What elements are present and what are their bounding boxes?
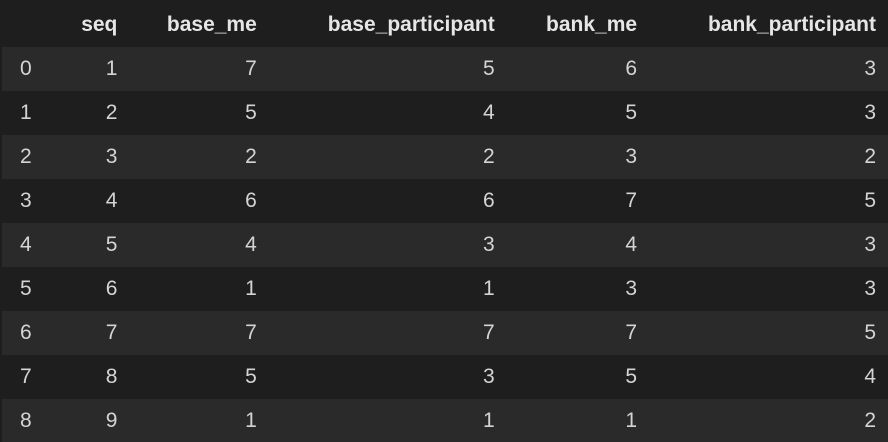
seq-cell: 9 (105, 409, 118, 432)
base-participant-cell: 1 (483, 277, 495, 300)
row-index: 6 (20, 321, 32, 344)
row-index: 1 (20, 101, 32, 124)
bank-participant-cell: 3 (864, 277, 876, 300)
bank-participant-cell: 4 (864, 365, 876, 388)
bank-participant-cell: 5 (864, 321, 876, 344)
dataframe-table: seq base_me base_participant bank_me ban… (2, 3, 888, 442)
base-me-cell: 2 (245, 145, 257, 168)
bank-me-cell: 5 (625, 101, 638, 124)
base-me-cell: 5 (245, 101, 257, 124)
bank-me-cell: 5 (625, 365, 638, 388)
seq-cell: 2 (105, 101, 118, 124)
header-row: seq base_me base_participant bank_me ban… (2, 3, 888, 47)
base-participant-cell: 5 (483, 57, 495, 80)
bank-me-cell: 3 (625, 145, 638, 168)
row-index: 8 (20, 409, 32, 432)
table-row: 7 8 5 3 5 4 (2, 355, 888, 399)
bank-participant-cell: 3 (864, 233, 876, 256)
row-index: 0 (20, 57, 32, 80)
seq-cell: 6 (105, 277, 118, 300)
index-header (2, 3, 60, 47)
bank-me-cell: 3 (625, 277, 638, 300)
seq-cell: 7 (105, 321, 118, 344)
table-row: 2 3 2 2 3 2 (2, 135, 888, 179)
table-row: 8 9 1 1 1 2 (2, 399, 888, 442)
row-index: 7 (20, 365, 32, 388)
base-me-cell: 1 (245, 277, 257, 300)
column-header-base-me: base_me (129, 3, 269, 47)
bank-participant-cell: 3 (864, 101, 876, 124)
seq-cell: 4 (105, 189, 118, 212)
column-header-base-participant: base_participant (268, 3, 507, 47)
table-header: seq base_me base_participant bank_me ban… (2, 3, 888, 47)
base-participant-cell: 3 (483, 365, 495, 388)
seq-cell: 8 (105, 365, 118, 388)
table-row: 6 7 7 7 7 5 (2, 311, 888, 355)
base-me-cell: 7 (245, 321, 257, 344)
table-body: 0175631254532322323466754543435611336777… (2, 47, 888, 442)
dataframe-output: seq base_me base_participant bank_me ban… (0, 0, 888, 442)
seq-cell: 3 (105, 145, 118, 168)
seq-cell: 1 (105, 57, 118, 80)
column-header-bank-me: bank_me (506, 3, 650, 47)
base-participant-cell: 2 (483, 145, 495, 168)
bank-me-cell: 6 (625, 57, 638, 80)
column-header-seq: seq (59, 3, 130, 47)
base-me-cell: 5 (245, 365, 257, 388)
row-index: 2 (20, 145, 32, 168)
bank-participant-cell: 5 (864, 189, 876, 212)
column-header-bank-participant: bank_participant (649, 3, 888, 47)
bank-participant-cell: 3 (864, 57, 876, 80)
row-index: 5 (20, 277, 32, 300)
bank-participant-cell: 2 (864, 409, 876, 432)
bank-me-cell: 1 (625, 409, 638, 432)
bank-me-cell: 7 (625, 321, 638, 344)
table-row: 3 4 6 6 7 5 (2, 179, 888, 223)
base-participant-cell: 3 (483, 233, 495, 256)
base-participant-cell: 1 (483, 409, 495, 432)
base-participant-cell: 4 (483, 101, 495, 124)
row-index: 3 (20, 189, 32, 212)
bank-me-cell: 7 (625, 189, 638, 212)
base-me-cell: 7 (245, 57, 257, 80)
base-participant-cell: 6 (483, 189, 495, 212)
base-me-cell: 1 (245, 409, 257, 432)
bank-participant-cell: 2 (864, 145, 876, 168)
table-row: 4 5 4 3 4 3 (2, 223, 888, 267)
base-me-cell: 4 (245, 233, 257, 256)
bank-me-cell: 4 (625, 233, 638, 256)
seq-cell: 5 (105, 233, 118, 256)
table-row: 1 2 5 4 5 3 (2, 91, 888, 135)
table-row: 5 6 1 1 3 3 (2, 267, 888, 311)
base-me-cell: 6 (245, 189, 257, 212)
table-row: 0 1 7 5 6 3 (2, 47, 888, 91)
row-index: 4 (20, 233, 32, 256)
base-participant-cell: 7 (483, 321, 495, 344)
